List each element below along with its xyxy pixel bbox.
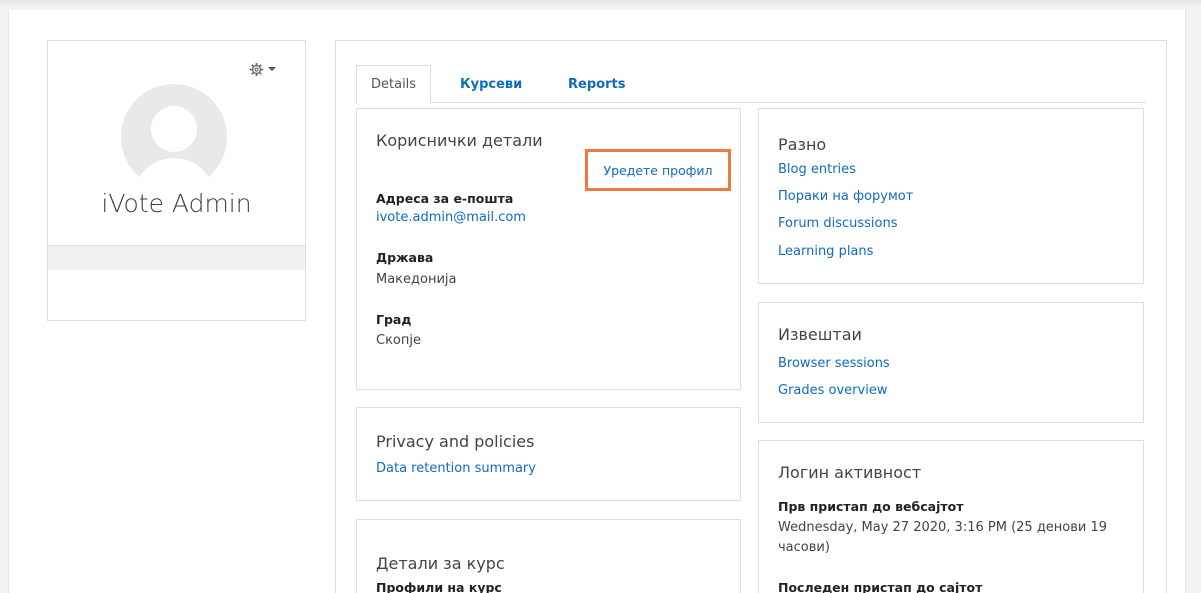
grades-overview-link[interactable]: Grades overview [778,383,887,398]
first-access-label: Прв пристап до вебсајтот [778,499,964,514]
last-access-label: Последен пристап до сајтот [778,580,983,593]
blog-entries-link[interactable]: Blog entries [778,162,856,177]
city-label: Град [376,312,412,327]
course-details-card: Детали за курс Профили на курс [356,519,741,593]
tab-reports[interactable]: Reports [554,65,639,103]
chevron-down-icon [268,67,276,71]
tab-details[interactable]: Details [356,65,432,104]
top-shadow [0,0,1201,8]
profile-card: iVote Admin [47,40,306,321]
forum-posts-link[interactable]: Пораки на форумот [778,189,913,204]
profile-name: iVote Admin [101,189,252,218]
login-activity-title: Логин активност [778,463,922,482]
email-link[interactable]: ivote.admin@mail.com [376,210,526,225]
course-details-title: Детали за курс [376,554,505,573]
learning-plans-link[interactable]: Learning plans [778,244,873,259]
course-profiles-label: Профили на курс [376,580,502,593]
reports-title: Извештаи [778,325,862,344]
misc-card: Разно Blog entries Пораки на форумот For… [758,108,1144,284]
city-value: Скопје [376,333,421,348]
tab-bar: Details Курсеви Reports [356,65,1146,104]
email-label: Адреса за е-пошта [376,191,514,206]
misc-title: Разно [778,135,827,154]
edit-profile-link[interactable]: Уредете профил [585,149,731,191]
first-access-value: Wednesday, May 27 2020, 3:16 PM (25 дено… [778,520,1108,555]
login-activity-card: Логин активност Прв пристап до вебсајтот… [758,440,1144,593]
country-label: Држава [376,250,434,265]
privacy-card: Privacy and policies Data retention summ… [356,407,741,501]
avatar[interactable] [121,84,227,190]
country-value: Македонија [376,272,457,287]
forum-discussions-link[interactable]: Forum discussions [778,216,898,231]
profile-settings-menu[interactable] [249,59,287,79]
browser-sessions-link[interactable]: Browser sessions [778,356,890,371]
privacy-title: Privacy and policies [376,432,535,451]
profile-band [48,246,305,270]
reports-card: Извештаи Browser sessions Grades overvie… [758,302,1144,423]
user-details-title: Кориснички детали [376,131,543,150]
gear-icon [249,62,264,76]
tab-courses[interactable]: Курсеви [446,65,536,103]
data-retention-link[interactable]: Data retention summary [376,461,536,476]
